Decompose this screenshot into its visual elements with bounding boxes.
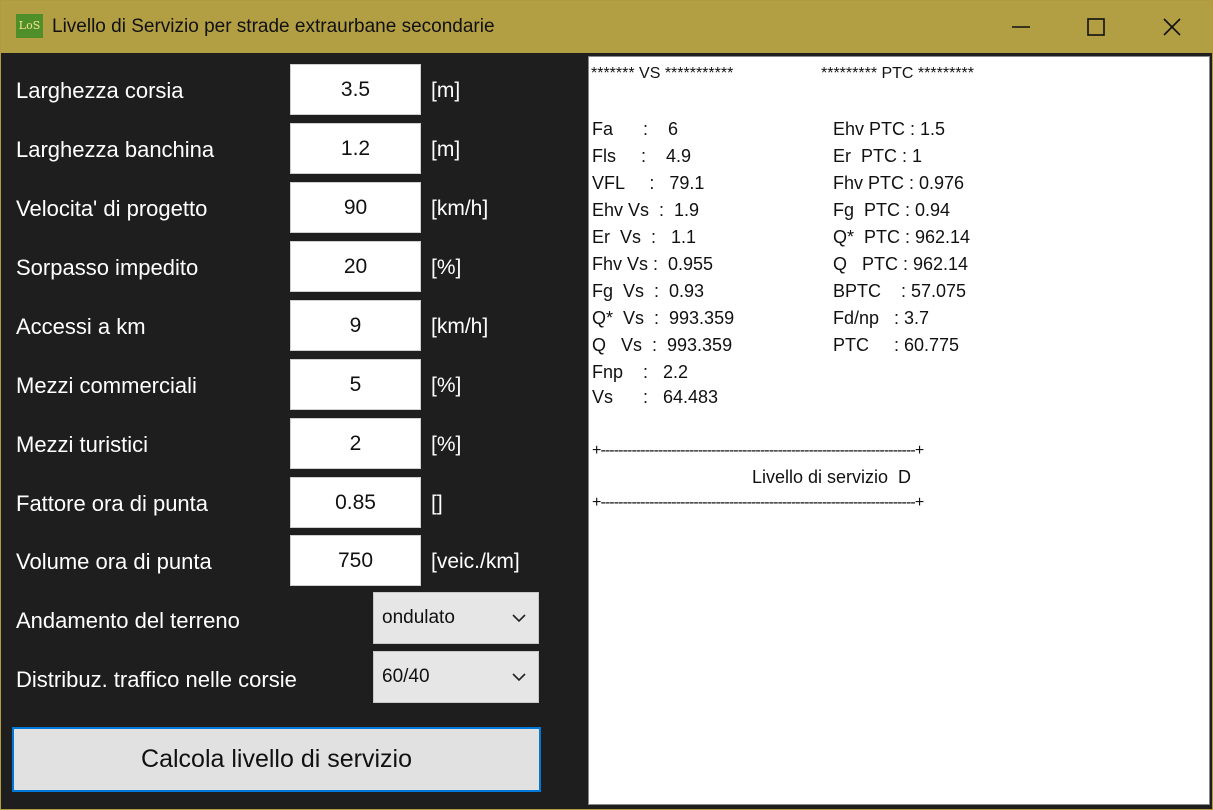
shoulder-width-input[interactable] — [290, 123, 421, 174]
terrain-label: Andamento del terreno — [16, 608, 240, 633]
close-icon — [1163, 18, 1181, 36]
results-textbox[interactable]: ******* VS *********** ********* PTC ***… — [588, 56, 1210, 805]
no-passing-label: Sorpasso impedito — [16, 255, 199, 280]
peak-volume-label: Volume ora di punta — [16, 549, 212, 574]
vs-line-fg: Fg Vs : 0.93 — [592, 281, 705, 301]
no-passing-input[interactable] — [290, 241, 421, 292]
shoulder-width-label: Larghezza banchina — [16, 137, 215, 162]
no-passing-unit: [%] — [431, 256, 462, 279]
maximize-button[interactable] — [1061, 1, 1131, 53]
minimize-icon — [1012, 26, 1030, 28]
vs-line-qstar: Q* Vs : 993.359 — [592, 308, 735, 328]
terrain-select-value: ondulato — [382, 607, 455, 628]
rv-input[interactable] — [290, 418, 421, 469]
vs-line-er: Er Vs : 1.1 — [592, 227, 697, 247]
ptc-line-ehv: Ehv PTC : 1.5 — [833, 119, 946, 139]
vs-line-ehv: Ehv Vs : 1.9 — [592, 200, 700, 220]
peak-volume-input[interactable] — [290, 535, 421, 586]
design-speed-label: Velocita' di progetto — [16, 196, 208, 221]
vs-line-fnp: Fnp : 2.2 — [592, 362, 689, 382]
peak-hour-factor-input[interactable] — [290, 477, 421, 528]
title-bar[interactable]: LoS Livello di Servizio per strade extra… — [1, 1, 1212, 53]
close-button[interactable] — [1137, 1, 1207, 53]
lane-width-label: Larghezza corsia — [16, 78, 184, 103]
peak-hour-factor-label: Fattore ora di punta — [16, 491, 209, 516]
lane-distribution-label: Distribuz. traffico nelle corsie — [16, 667, 297, 692]
ptc-line-ptc: PTC : 60.775 — [833, 335, 960, 355]
trucks-unit: [%] — [431, 374, 462, 397]
minimize-button[interactable] — [986, 1, 1056, 53]
separator-bottom: +---------------------------------------… — [592, 494, 924, 511]
vs-line-vfl: VFL : 79.1 — [592, 173, 705, 193]
lane-width-unit: [m] — [431, 79, 461, 102]
ptc-line-er: Er PTC : 1 — [833, 146, 923, 166]
app-window: LoS Livello di Servizio per strade extra… — [0, 0, 1213, 810]
lane-distribution-select-value: 60/40 — [382, 666, 430, 687]
vs-header: ******* VS *********** — [591, 65, 734, 82]
access-points-unit: [km/h] — [431, 315, 489, 338]
access-points-input[interactable] — [290, 300, 421, 351]
trucks-label: Mezzi commerciali — [16, 373, 197, 398]
design-speed-unit: [km/h] — [431, 197, 489, 220]
ptc-line-fhv: Fhv PTC : 0.976 — [833, 173, 965, 193]
service-level-text: Livello di servizio D — [752, 467, 912, 487]
window-title: Livello di Servizio per strade extraurba… — [52, 16, 495, 37]
access-points-label: Accessi a km — [16, 314, 146, 339]
ptc-header: ********* PTC ********* — [821, 65, 974, 82]
vs-line-fa: Fa : 6 — [592, 119, 679, 139]
vs-line-vs: Vs : 64.483 — [592, 387, 719, 407]
lane-distribution-select[interactable]: 60/40 — [373, 651, 539, 703]
app-logo-icon: LoS — [16, 14, 43, 38]
separator-top: +---------------------------------------… — [592, 442, 924, 459]
terrain-select[interactable]: ondulato — [373, 592, 539, 644]
ptc-line-bptc: BPTC : 57.075 — [833, 281, 967, 301]
chevron-down-icon — [512, 673, 526, 682]
lane-width-input[interactable] — [290, 64, 421, 115]
peak-volume-unit: [veic./km] — [431, 550, 520, 573]
trucks-input[interactable] — [290, 359, 421, 410]
vs-line-q: Q Vs : 993.359 — [592, 335, 733, 355]
peak-hour-factor-unit: [] — [431, 492, 443, 515]
rv-unit: [%] — [431, 433, 462, 456]
ptc-line-fg: Fg PTC : 0.94 — [833, 200, 951, 220]
vs-line-fls: Fls : 4.9 — [592, 146, 692, 166]
shoulder-width-unit: [m] — [431, 138, 461, 161]
maximize-icon — [1087, 18, 1105, 36]
ptc-line-q: Q PTC : 962.14 — [833, 254, 969, 274]
ptc-line-fdnp: Fd/np : 3.7 — [833, 308, 930, 328]
chevron-down-icon — [512, 614, 526, 623]
vs-line-fhv: Fhv Vs : 0.955 — [592, 254, 714, 274]
rv-label: Mezzi turistici — [16, 432, 149, 457]
ptc-line-qstar: Q* PTC : 962.14 — [833, 227, 971, 247]
calculate-button[interactable]: Calcola livello di servizio — [12, 727, 541, 792]
design-speed-input[interactable] — [290, 182, 421, 233]
